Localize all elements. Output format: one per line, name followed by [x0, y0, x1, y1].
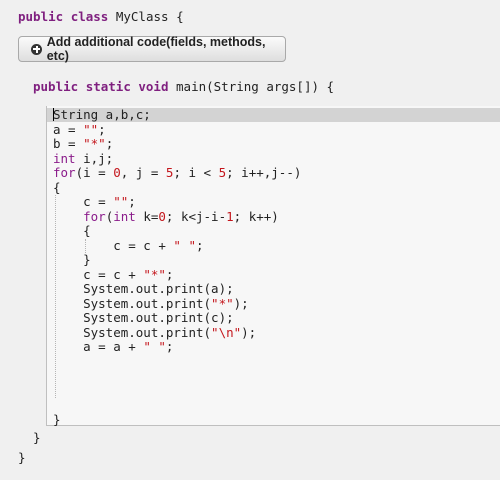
code-line: {: [53, 223, 301, 239]
code-line: }: [53, 411, 301, 428]
code-token: 0: [158, 208, 166, 224]
code-token: );: [241, 324, 257, 340]
keyword-class: class: [70, 9, 109, 24]
code-token: a = a +: [53, 339, 144, 354]
code-token: 1: [226, 208, 234, 224]
code-token: for: [53, 165, 76, 180]
code-token: System.out.print(a);: [53, 281, 234, 296]
code-token: {: [53, 179, 61, 195]
code-token: 5: [218, 165, 227, 180]
class-declaration: public class MyClass {: [18, 9, 184, 25]
code-token: String a,b,c;: [53, 107, 151, 122]
code-line: c = c + "*";: [53, 266, 301, 283]
code-token: ;: [128, 194, 136, 209]
code-token: }: [53, 252, 91, 267]
method-signature: main(String args[]) {: [176, 79, 335, 94]
code-line: int i,j;: [53, 150, 301, 167]
code-editor[interactable]: String a,b,c; a = ""; b = "*"; int i,j; for(…: [46, 106, 500, 426]
keyword-void: void: [138, 79, 169, 94]
code-token: "": [113, 194, 129, 209]
code-token: " ": [143, 339, 166, 354]
code-token: System.out.print(: [53, 295, 212, 311]
code-token: ;: [196, 237, 204, 253]
code-token: ; k<j-i-: [165, 208, 227, 224]
class-name: MyClass: [115, 9, 169, 24]
code-token: ;: [165, 266, 174, 282]
code-token: System.out.print(c);: [53, 310, 234, 325]
code-token: for: [83, 208, 106, 224]
code-line: c = "";: [53, 194, 301, 210]
keyword-static: static: [85, 79, 131, 94]
code-line: b = "*";: [53, 136, 301, 152]
code-line: }: [53, 252, 301, 268]
code-token: System.out.print(: [53, 324, 212, 340]
code-token: "*": [83, 136, 106, 151]
code-token: );: [233, 295, 249, 311]
code-token: b =: [53, 136, 84, 151]
code-token: "*": [211, 295, 234, 311]
code-token: a =: [53, 121, 84, 137]
code-token: c = c +: [53, 237, 174, 253]
code-line: System.out.print(c);: [53, 310, 301, 326]
code-token: ; i++,j--): [226, 165, 302, 180]
plus-circle-icon: [31, 43, 42, 55]
code-token: ;: [105, 136, 114, 151]
code-line: a = a + " ";: [53, 339, 301, 355]
code-line: System.out.print("*");: [53, 295, 301, 312]
keyword-public: public: [33, 79, 79, 94]
code-line: String a,b,c;: [53, 107, 301, 123]
code-token: ; k++): [233, 208, 279, 224]
code-line: {: [53, 179, 301, 196]
code-token: 0: [113, 165, 121, 180]
code-token: "": [83, 121, 99, 137]
code-line: System.out.print(a);: [53, 281, 301, 297]
code-line: for(i = 0, j = 5; i < 5; i++,j--): [53, 165, 302, 181]
code-token: k=: [135, 208, 159, 224]
code-token: c =: [53, 194, 114, 209]
add-additional-code-button[interactable]: Add additional code(fields, methods, etc…: [18, 35, 286, 63]
code-token: i,j;: [75, 150, 114, 166]
class-open-brace: {: [176, 9, 184, 24]
code-token: c = c +: [53, 266, 144, 282]
keyword-public: public: [18, 9, 64, 24]
code-lines: String a,b,c; a = ""; b = "*"; int i,j; for(…: [53, 107, 302, 428]
method-close-brace: }: [33, 430, 41, 445]
class-close-brace: }: [18, 450, 26, 465]
add-additional-code-label: Add additional code(fields, methods, etc…: [46, 35, 266, 63]
code-line: c = c + " ";: [53, 237, 301, 254]
code-token: ;: [98, 121, 106, 137]
code-token: int: [113, 208, 136, 224]
code-line: a = "";: [53, 121, 301, 138]
code-token: ;: [165, 339, 174, 354]
method-declaration: public static void main(String args[]) {: [33, 79, 335, 95]
code-token: {: [53, 223, 91, 238]
code-token: "*": [143, 266, 166, 282]
code-token: ; i <: [173, 165, 219, 180]
code-token: " ": [173, 237, 196, 253]
code-token: }: [53, 411, 61, 427]
code-token: int: [53, 150, 76, 166]
code-token: (i =: [75, 165, 114, 180]
code-token: , j =: [120, 165, 166, 180]
code-line: for(int k=0; k<j-i-1; k++): [53, 208, 301, 225]
code-line: System.out.print("\n");: [53, 324, 301, 341]
code-token: "\n": [211, 324, 242, 340]
